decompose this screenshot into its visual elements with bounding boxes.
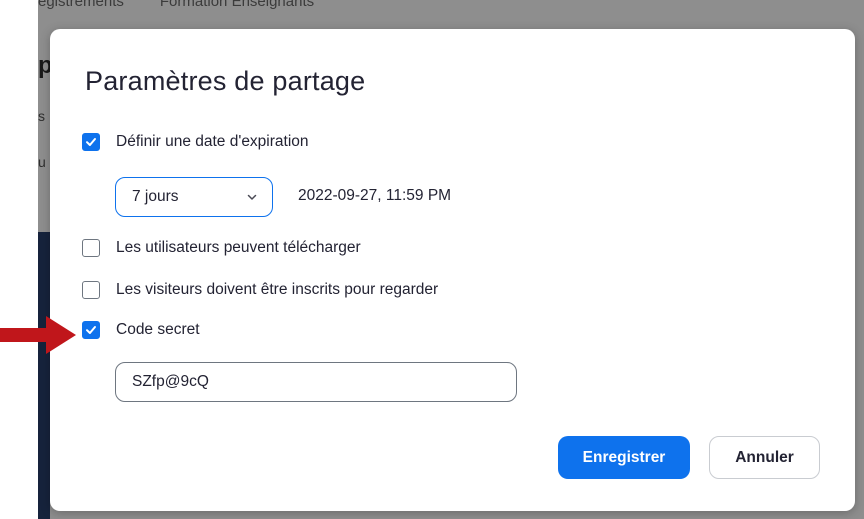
checkmark-icon [86, 326, 96, 334]
chevron-down-icon [247, 194, 257, 200]
dialog-title: Paramètres de partage [85, 66, 366, 96]
registration-checkbox[interactable] [82, 281, 100, 299]
save-button[interactable]: Enregistrer [558, 436, 690, 479]
red-arrow-right-icon [0, 316, 76, 354]
passcode-checkbox[interactable] [82, 321, 100, 339]
expiration-duration-value: 7 jours [132, 188, 179, 205]
passcode-label: Code secret [116, 321, 200, 338]
breadcrumb-item-current: Formation Enseignants [159, 0, 315, 10]
background-navy-panel [38, 232, 50, 519]
expiration-duration-select[interactable]: 7 jours [115, 177, 273, 217]
cancel-button[interactable]: Annuler [709, 436, 820, 479]
download-option[interactable]: Les utilisateurs peuvent télécharger [82, 239, 361, 257]
share-settings-dialog: Paramètres de partage Définir une date d… [50, 29, 855, 511]
background-text-2: u [38, 154, 46, 170]
checkmark-icon [86, 138, 96, 146]
registration-option[interactable]: Les visiteurs doivent être inscrits pour… [82, 281, 438, 299]
passcode-input[interactable] [115, 362, 517, 402]
download-label: Les utilisateurs peuvent télécharger [116, 239, 361, 256]
registration-label: Les visiteurs doivent être inscrits pour… [116, 281, 439, 298]
expiration-option[interactable]: Définir une date d'expiration [82, 133, 309, 151]
passcode-option[interactable]: Code secret [82, 321, 200, 339]
breadcrumb: egistrements Formation Enseignants [38, 0, 314, 10]
expiration-label: Définir une date d'expiration [116, 133, 309, 150]
download-checkbox[interactable] [82, 239, 100, 257]
expiration-checkbox[interactable] [82, 133, 100, 151]
background-text-1: s [38, 108, 45, 124]
expiration-datetime: 2022-09-27, 11:59 PM [298, 187, 452, 204]
breadcrumb-item-recordings: egistrements [38, 0, 124, 10]
